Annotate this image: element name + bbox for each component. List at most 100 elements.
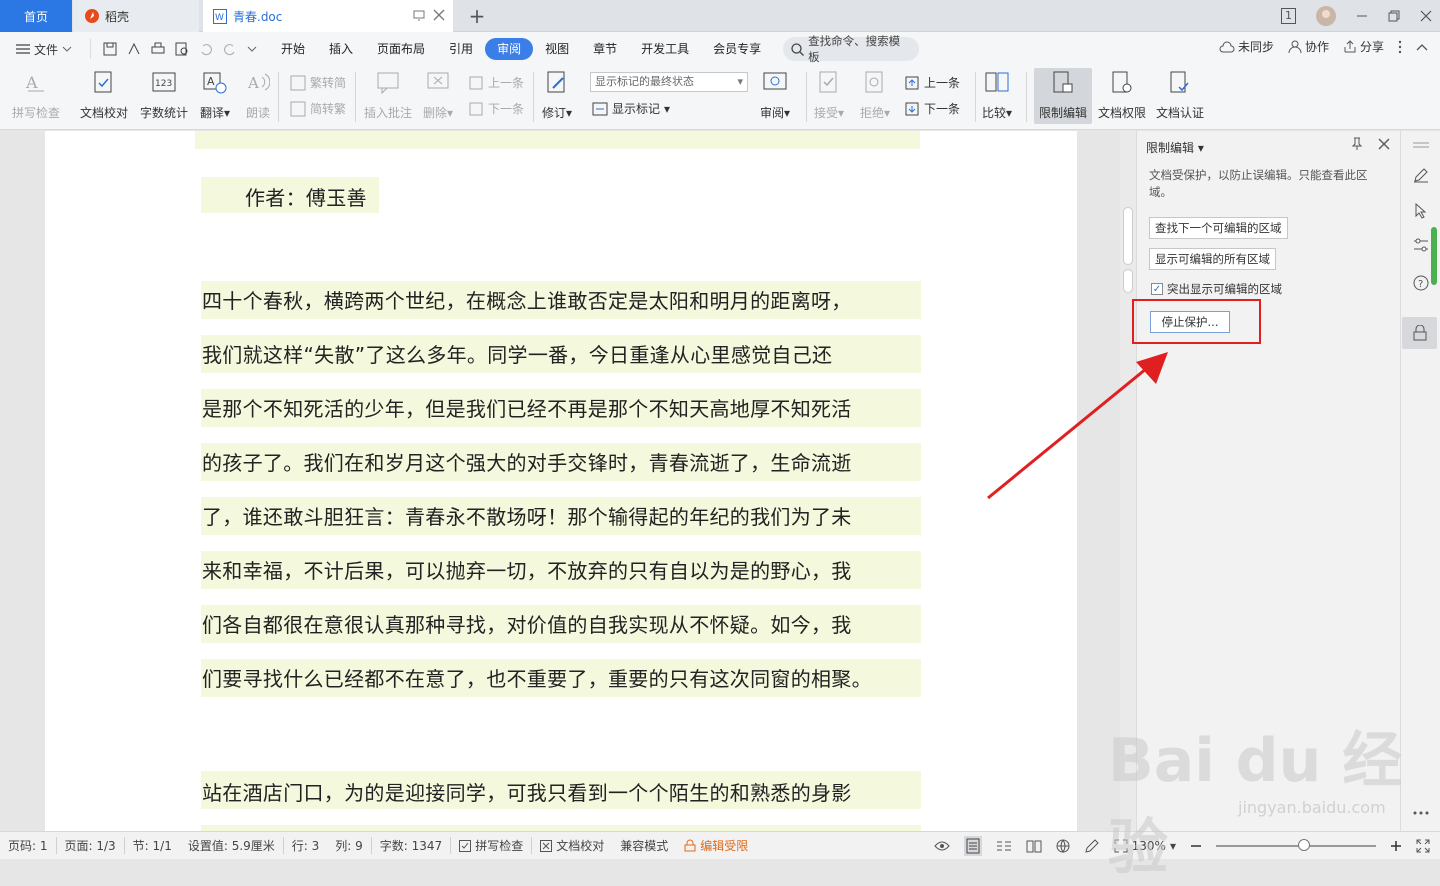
ribbon-tabs: 开始 插入 页面布局 引用 审阅 视图 章节 开发工具 会员专享 (269, 38, 773, 60)
ribbon-tab-5[interactable]: 视图 (533, 38, 581, 60)
paragraph-line: 我们就这样“失散”了这么多年。同学一番，今日重逢从心里感觉自己还 (202, 343, 833, 367)
doc-rights-button[interactable]: 文档权限 (1098, 68, 1146, 121)
panel-title[interactable]: 限制编辑 ▾ (1146, 139, 1204, 156)
status-setting: 设置值: 5.9厘米 (180, 837, 284, 854)
status-col: 列: 9 (327, 837, 372, 854)
eye-icon[interactable] (933, 840, 950, 852)
close-window-icon[interactable] (1420, 10, 1432, 22)
chevron-down-icon: ▾ (737, 75, 743, 88)
insert-comment-button[interactable]: 插入批注 (364, 68, 412, 121)
document-page[interactable]: 作者：傅玉善 四十个春秋，横跨两个世纪，在概念上谁敢否定是太阳和明月的距离呀， 我… (45, 131, 1077, 831)
word-count-button[interactable]: 123 字数统计 (140, 68, 188, 121)
proofread-button[interactable]: 文档校对 (80, 68, 128, 121)
ribbon-tab-4[interactable]: 审阅 (485, 38, 534, 60)
status-spell-check[interactable]: 拼写检查 (451, 837, 533, 854)
doc-cert-button[interactable]: 文档认证 (1156, 68, 1204, 121)
find-next-editable-button[interactable]: 查找下一个可编辑的区域 (1149, 217, 1288, 239)
ribbon-tab-8[interactable]: 会员专享 (701, 38, 773, 60)
sync-button[interactable]: 未同步 (1219, 38, 1274, 55)
ribbon-tab-1[interactable]: 插入 (317, 38, 365, 60)
accept-icon (817, 71, 841, 95)
lock-icon (684, 839, 696, 852)
status-page[interactable]: 页码: 1 (0, 837, 57, 854)
tab-float-icon[interactable] (413, 9, 425, 21)
more-vertical-icon[interactable] (1398, 40, 1402, 54)
collab-button[interactable]: 协作 (1288, 38, 1329, 55)
annotate-icon[interactable] (1084, 838, 1100, 854)
tab-daoke[interactable]: 稻壳 (73, 0, 199, 32)
restore-icon[interactable] (1388, 10, 1400, 22)
status-proofread[interactable]: 文档校对 (532, 837, 612, 854)
page-view-icon[interactable] (963, 836, 982, 856)
window-controls: 1 (1281, 6, 1432, 26)
restrict-editing-button[interactable]: 限制编辑 (1034, 68, 1092, 124)
spell-check-button[interactable]: A 拼写检查 (12, 68, 60, 121)
save-icon[interactable] (103, 42, 117, 56)
read-aloud-button[interactable]: A 朗读 (244, 68, 272, 121)
file-menu[interactable]: 文件 (0, 41, 90, 58)
quick-access-chevron-icon[interactable] (247, 45, 257, 53)
accept-button[interactable]: 接受▾ (814, 68, 844, 121)
reject-button[interactable]: 拒绝▾ (860, 68, 890, 121)
cursor-icon[interactable] (1411, 201, 1431, 221)
new-tab-button[interactable]: + (462, 0, 492, 32)
highlight-editable-checkbox[interactable]: ✓ 突出显示可编辑的区域 (1151, 281, 1282, 297)
prev-comment-button[interactable]: 上一条 (468, 74, 524, 91)
outline-view-icon[interactable] (996, 839, 1012, 853)
collapse-ribbon-icon[interactable] (1416, 43, 1428, 51)
print-preview-icon[interactable] (175, 42, 189, 56)
collab-label: 协作 (1304, 40, 1329, 54)
show-markup-icon (592, 101, 608, 117)
status-restricted[interactable]: 编辑受限 (676, 837, 756, 854)
ribbon-tab-3[interactable]: 引用 (437, 38, 485, 60)
compare-button[interactable]: 比较▾ (982, 68, 1012, 121)
help-icon[interactable]: ? (1411, 273, 1431, 293)
hamburger-icon (16, 43, 30, 55)
trad-to-simp-button[interactable]: 繁转简 (290, 74, 346, 91)
pen-icon[interactable] (1411, 165, 1431, 185)
author-line: 作者：傅玉善 (245, 186, 367, 210)
translate-button[interactable]: A 翻译▾ (200, 68, 230, 121)
export-icon[interactable] (127, 42, 141, 56)
tab-home[interactable]: 首页 (0, 0, 72, 32)
panel-description: 文档受保护，以防止误编辑。只能查看此区域。 (1149, 168, 1368, 199)
scroll-thumb[interactable] (1123, 207, 1133, 265)
paragraph-line: 来和幸福，不计后果，可以抛弃一切，不放弃的只有自以为是的野心，我 (202, 559, 852, 583)
status-pages[interactable]: 页面: 1/3 (57, 837, 125, 854)
paragraph-line: 了，谁还敢斗胆狂言：青春永不散场呀！那个输得起的年纪的我们为了未 (202, 505, 852, 529)
ribbon-tab-2[interactable]: 页面布局 (365, 38, 437, 60)
sliders-icon[interactable] (1411, 235, 1431, 255)
markup-state-select[interactable]: 显示标记的最终状态 ▾ (590, 72, 748, 92)
window-counter[interactable]: 1 (1281, 8, 1296, 24)
show-markup-button[interactable]: 显示标记 ▾ (592, 100, 670, 117)
lock-icon[interactable] (1402, 317, 1437, 349)
command-search[interactable]: 查找命令、搜索模板 (783, 34, 920, 64)
minimize-icon[interactable] (1356, 10, 1368, 22)
web-view-icon[interactable] (1056, 839, 1070, 853)
show-all-editable-button[interactable]: 显示可编辑的所有区域 (1149, 248, 1276, 270)
next-change-button[interactable]: 下一条 (904, 100, 960, 117)
new-tab-label: + (468, 4, 486, 28)
simp-to-trad-button[interactable]: 简转繁 (290, 100, 346, 117)
scroll-thumb-secondary[interactable] (1123, 269, 1133, 293)
avatar[interactable] (1316, 6, 1336, 26)
close-icon[interactable] (1378, 137, 1390, 151)
share-button[interactable]: 分享 (1343, 38, 1384, 55)
next-comment-button[interactable]: 下一条 (468, 100, 524, 117)
track-changes-button[interactable]: 修订▾ (542, 68, 572, 121)
tab-document[interactable]: W 青春.doc (203, 0, 453, 32)
delete-comment-button[interactable]: 删除▾ (423, 68, 453, 121)
pin-icon[interactable] (1350, 137, 1364, 151)
ribbon-tab-7[interactable]: 开发工具 (629, 38, 701, 60)
redo-icon[interactable] (223, 42, 237, 56)
ribbon-tab-6[interactable]: 章节 (581, 38, 629, 60)
ribbon-tab-0[interactable]: 开始 (269, 38, 317, 60)
prev-change-button[interactable]: 上一条 (904, 74, 960, 91)
status-words[interactable]: 字数: 1347 (372, 837, 452, 854)
print-icon[interactable] (151, 42, 165, 56)
read-aloud-label: 朗读 (245, 106, 270, 120)
tab-close-icon[interactable] (433, 9, 445, 21)
review-button[interactable]: 审阅▾ (760, 68, 790, 121)
undo-icon[interactable] (199, 42, 213, 56)
reading-view-icon[interactable] (1026, 839, 1042, 853)
